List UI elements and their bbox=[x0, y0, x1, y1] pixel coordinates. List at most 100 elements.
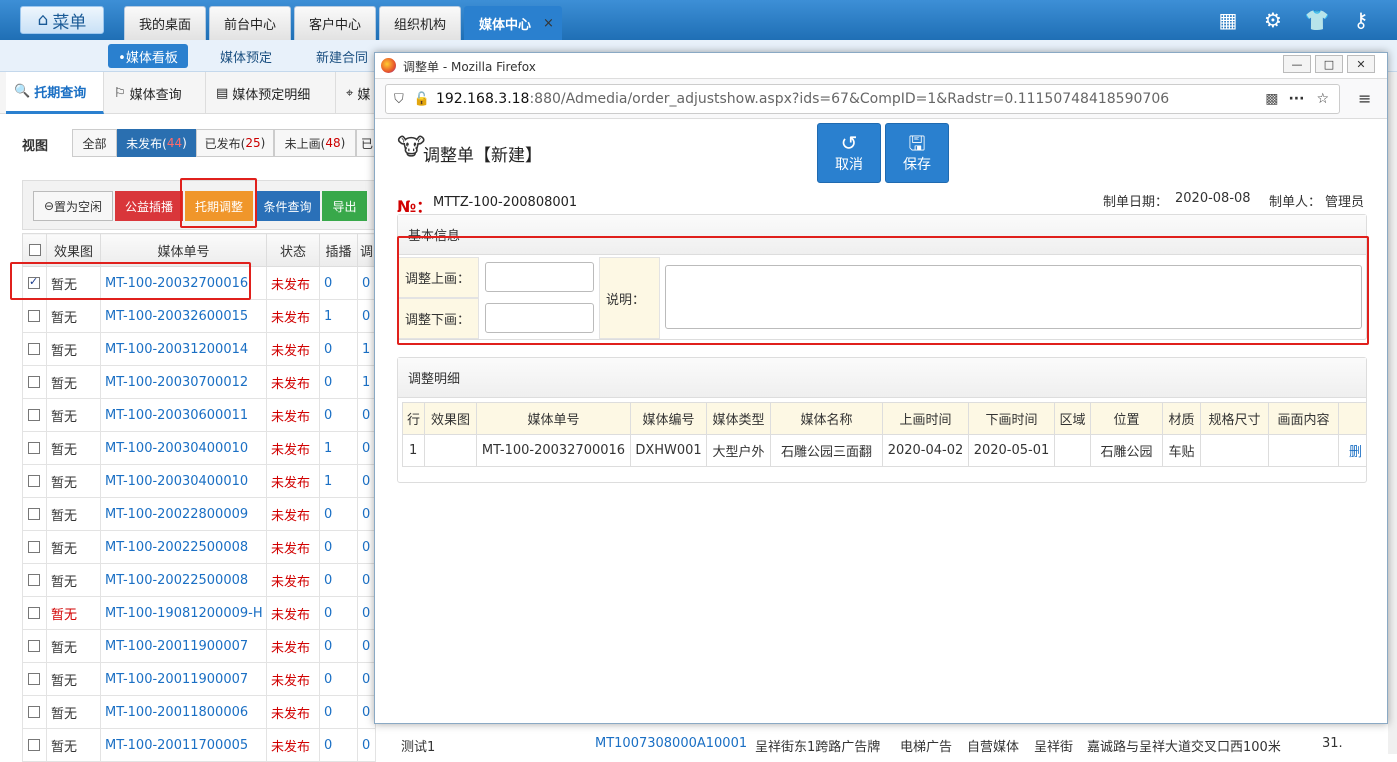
cancel-button[interactable]: ↺ 取消 bbox=[817, 123, 881, 183]
minimize-button[interactable]: — bbox=[1283, 55, 1311, 73]
row-select-cell[interactable] bbox=[22, 563, 47, 597]
tab-media-query[interactable]: ⚐ 媒体查询 bbox=[106, 72, 206, 114]
table-row[interactable]: 暂无 MT-100-20022500008 未发布 0 0 bbox=[22, 530, 376, 564]
col-header[interactable]: 媒体单号 bbox=[100, 233, 267, 267]
media-number-link[interactable]: MT-100-20030600011 bbox=[100, 398, 267, 432]
tab-close-icon[interactable]: × bbox=[543, 16, 554, 31]
col-header[interactable]: 调 bbox=[357, 233, 376, 267]
row-select-cell[interactable] bbox=[22, 266, 47, 300]
filter-all[interactable]: 全部 bbox=[72, 129, 117, 157]
row-checkbox[interactable] bbox=[28, 310, 40, 322]
row-select-cell[interactable] bbox=[22, 695, 47, 729]
col-header[interactable]: 效果图 bbox=[46, 233, 101, 267]
select-all-cell[interactable] bbox=[22, 233, 47, 267]
row-select-cell[interactable] bbox=[22, 596, 47, 630]
media-number-link[interactable]: MT-100-20022500008 bbox=[100, 530, 267, 564]
row-checkbox[interactable] bbox=[28, 607, 40, 619]
filter-published[interactable]: 已发布(25) bbox=[196, 129, 274, 157]
adjust-down-input[interactable] bbox=[485, 303, 594, 333]
subnav-new-contract[interactable]: 新建合同 bbox=[302, 44, 382, 68]
row-select-cell[interactable] bbox=[22, 398, 47, 432]
delay-adjust-button[interactable]: 托期调整 bbox=[185, 191, 253, 221]
set-idle-button[interactable]: ⊖ 置为空闲 bbox=[33, 191, 113, 221]
maximize-button[interactable]: □ bbox=[1315, 55, 1343, 73]
row-checkbox[interactable] bbox=[28, 541, 40, 553]
row-select-cell[interactable] bbox=[22, 497, 47, 531]
more-actions-icon[interactable]: ··· bbox=[1288, 91, 1304, 107]
table-row[interactable]: 暂无 MT-100-20032600015 未发布 1 0 bbox=[22, 299, 376, 333]
subnav-media-booking[interactable]: 媒体预定 bbox=[206, 44, 286, 68]
row-checkbox[interactable] bbox=[28, 640, 40, 652]
filter-not-posted[interactable]: 未上画(48) bbox=[274, 129, 356, 157]
table-row[interactable]: 暂无 MT-100-20022800009 未发布 0 0 bbox=[22, 497, 376, 531]
media-number-link[interactable]: MT-100-20030400010 bbox=[100, 464, 267, 498]
note-textarea[interactable] bbox=[665, 265, 1362, 329]
table-row[interactable]: 暂无 MT-100-20030400010 未发布 1 0 bbox=[22, 431, 376, 465]
table-row[interactable]: 暂无 MT-100-19081200009-H 未发布 0 0 bbox=[22, 596, 376, 630]
table-row[interactable]: 暂无 MT-100-20022500008 未发布 0 0 bbox=[22, 563, 376, 597]
page-scrollbar[interactable] bbox=[1388, 72, 1397, 754]
media-number-link[interactable]: MT-100-20011800006 bbox=[100, 695, 267, 729]
tab-customer-center[interactable]: 客户中心 bbox=[294, 6, 376, 40]
tab-organization[interactable]: 组织机构 bbox=[379, 6, 461, 40]
tab-front-center[interactable]: 前台中心 bbox=[209, 6, 291, 40]
row-checkbox[interactable] bbox=[28, 376, 40, 388]
media-number-link[interactable]: MT-100-20011900007 bbox=[100, 662, 267, 696]
row-checkbox[interactable] bbox=[28, 574, 40, 586]
table-row[interactable]: 暂无MT-100-20032700016未发布00 bbox=[22, 266, 376, 300]
table-row[interactable]: 暂无 MT-100-20011700005 未发布 0 0 bbox=[22, 728, 376, 762]
row-select-cell[interactable] bbox=[22, 365, 47, 399]
row-select-cell[interactable] bbox=[22, 464, 47, 498]
shield-icon[interactable]: ⛉ bbox=[394, 92, 404, 107]
col-header[interactable]: 插播 bbox=[319, 233, 358, 267]
delete-link[interactable]: 删 bbox=[1338, 434, 1367, 467]
tab-delay-query[interactable]: 🔍 托期查询 bbox=[6, 72, 104, 114]
grid-icon[interactable]: ▦ bbox=[1216, 8, 1240, 32]
row-select-cell[interactable] bbox=[22, 299, 47, 333]
export-button[interactable]: 导出 bbox=[322, 191, 367, 221]
tab-media-more[interactable]: ⌖ 媒 bbox=[338, 72, 378, 114]
table-row[interactable]: 暂无 MT-100-20011900007 未发布 0 0 bbox=[22, 629, 376, 663]
subnav-media-board[interactable]: •媒体看板 bbox=[108, 44, 188, 68]
save-button[interactable]: 🖫 保存 bbox=[885, 123, 949, 183]
public-insert-button[interactable]: 公益插播 bbox=[115, 191, 183, 221]
col-header[interactable]: 状态 bbox=[266, 233, 320, 267]
hamburger-menu-icon[interactable]: ≡ bbox=[1358, 89, 1371, 108]
star-icon[interactable]: ☆ bbox=[1316, 91, 1329, 107]
row-checkbox[interactable] bbox=[28, 442, 40, 454]
row-select-cell[interactable] bbox=[22, 662, 47, 696]
media-number-link[interactable]: MT-100-20032700016 bbox=[100, 266, 267, 300]
row-checkbox[interactable] bbox=[28, 508, 40, 520]
media-number-link[interactable]: MT-100-20032600015 bbox=[100, 299, 267, 333]
row-checkbox[interactable] bbox=[28, 706, 40, 718]
media-number-link[interactable]: MT-100-20031200014 bbox=[100, 332, 267, 366]
condition-query-button[interactable]: 条件查询 bbox=[255, 191, 320, 221]
select-all-checkbox[interactable] bbox=[28, 244, 41, 256]
menu-button[interactable]: ⌂ 菜单 bbox=[20, 6, 104, 34]
adjust-up-input[interactable] bbox=[485, 262, 594, 292]
row-checkbox[interactable] bbox=[28, 409, 40, 421]
row-select-cell[interactable] bbox=[22, 728, 47, 762]
row-checkbox[interactable] bbox=[28, 343, 40, 355]
row-checkbox[interactable] bbox=[28, 673, 40, 685]
table-row[interactable]: 暂无 MT-100-20011900007 未发布 0 0 bbox=[22, 662, 376, 696]
media-number-link[interactable]: MT-100-20030700012 bbox=[100, 365, 267, 399]
row-select-cell[interactable] bbox=[22, 332, 47, 366]
tab-my-desktop[interactable]: 我的桌面 bbox=[124, 6, 206, 40]
table-row[interactable]: 暂无 MT-100-20031200014 未发布 0 1 bbox=[22, 332, 376, 366]
gear-icon[interactable]: ⚙ bbox=[1261, 8, 1285, 32]
table-row[interactable]: 暂无 MT-100-20011800006 未发布 0 0 bbox=[22, 695, 376, 729]
media-number-link[interactable]: MT-100-20011900007 bbox=[100, 629, 267, 663]
media-number-link[interactable]: MT-100-19081200009-H bbox=[100, 596, 267, 630]
media-number-link[interactable]: MT-100-20022800009 bbox=[100, 497, 267, 531]
row-select-cell[interactable] bbox=[22, 530, 47, 564]
popup-title-bar[interactable]: 调整单 - Mozilla Firefox — □ ✕ bbox=[375, 53, 1387, 79]
media-number-link[interactable]: MT-100-20011700005 bbox=[100, 728, 267, 762]
media-number-link[interactable]: MT-100-20022500008 bbox=[100, 563, 267, 597]
row-checkbox[interactable] bbox=[28, 475, 40, 487]
row-checkbox[interactable] bbox=[28, 275, 40, 289]
key-icon[interactable]: ⚷ bbox=[1349, 8, 1373, 32]
tab-booking-detail[interactable]: ▤ 媒体预定明细 bbox=[208, 72, 336, 114]
table-row[interactable]: 暂无 MT-100-20030600011 未发布 0 0 bbox=[22, 398, 376, 432]
close-window-button[interactable]: ✕ bbox=[1347, 55, 1375, 73]
